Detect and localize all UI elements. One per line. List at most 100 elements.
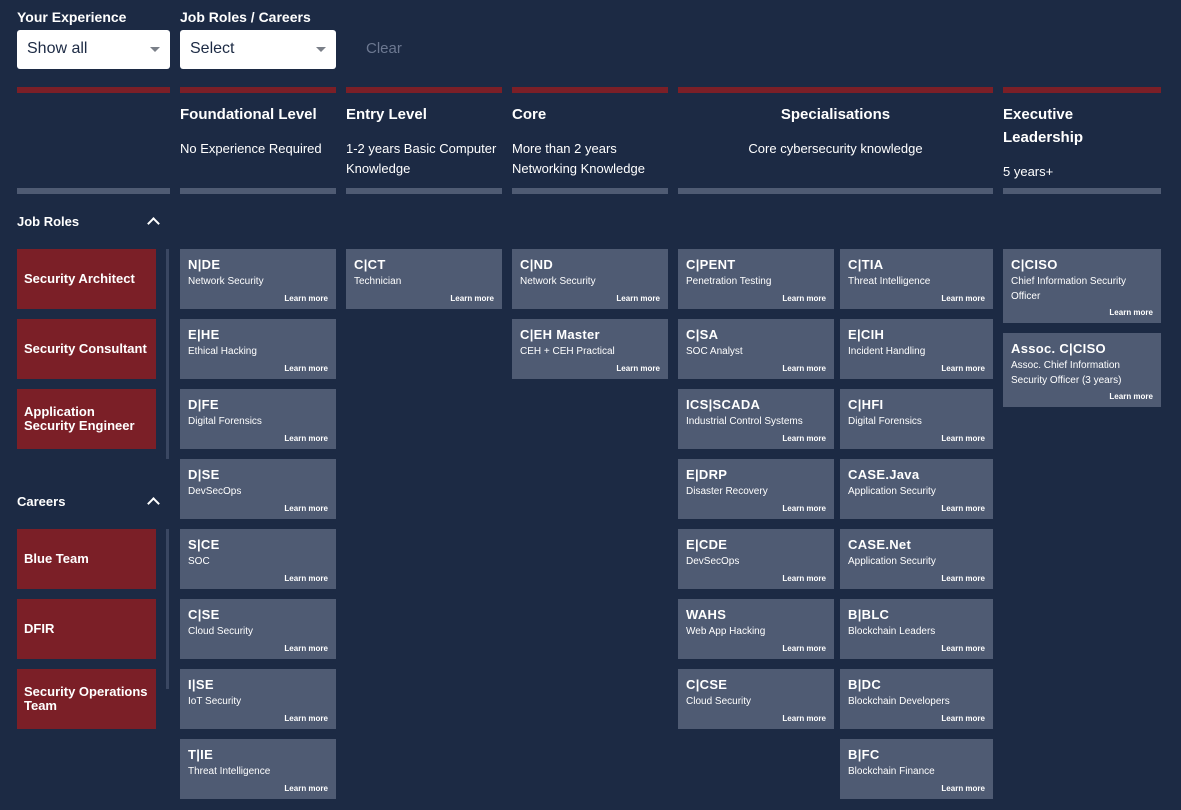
learn-more-link[interactable]: Learn more <box>941 714 985 723</box>
column-header-specialisations: Specialisations Core cybersecurity knowl… <box>678 103 993 159</box>
course-card-ecde[interactable]: E|CDE DevSecOps Learn more <box>678 529 834 589</box>
sidebar-item-label: Application Security Engineer <box>24 404 135 433</box>
course-description: Application Security <box>848 556 936 567</box>
sidebar-item-application-security-engineer[interactable]: Application Security Engineer <box>17 389 156 449</box>
course-card-bdc[interactable]: B|DC Blockchain Developers Learn more <box>840 669 993 729</box>
divider <box>346 87 502 93</box>
learn-more-link[interactable]: Learn more <box>284 644 328 653</box>
clear-button[interactable]: Clear <box>366 40 402 57</box>
course-card-ctia[interactable]: C|TIA Threat Intelligence Learn more <box>840 249 993 309</box>
learn-more-link[interactable]: Learn more <box>782 714 826 723</box>
course-card-wahs[interactable]: WAHS Web App Hacking Learn more <box>678 599 834 659</box>
course-code: C|TIA <box>848 257 884 272</box>
sidebar-item-security-architect[interactable]: Security Architect <box>17 249 156 309</box>
course-card-dse[interactable]: D|SE DevSecOps Learn more <box>180 459 336 519</box>
learn-more-link[interactable]: Learn more <box>284 364 328 373</box>
course-card-edrp[interactable]: E|DRP Disaster Recovery Learn more <box>678 459 834 519</box>
learn-more-link[interactable]: Learn more <box>941 504 985 513</box>
learn-more-link[interactable]: Learn more <box>941 574 985 583</box>
course-card-cciso[interactable]: C|CISO Chief Information Security Office… <box>1003 249 1161 323</box>
divider <box>180 188 336 194</box>
course-code: S|CE <box>188 537 220 552</box>
course-card-cpent[interactable]: C|PENT Penetration Testing Learn more <box>678 249 834 309</box>
learn-more-link[interactable]: Learn more <box>1109 392 1153 401</box>
learn-more-link[interactable]: Learn more <box>782 434 826 443</box>
course-card-cct[interactable]: C|CT Technician Learn more <box>346 249 502 309</box>
learn-more-link[interactable]: Learn more <box>284 784 328 793</box>
careers-scrollbar[interactable] <box>166 529 169 689</box>
course-description: Blockchain Finance <box>848 766 935 777</box>
learn-more-link[interactable]: Learn more <box>450 294 494 303</box>
learn-more-link[interactable]: Learn more <box>941 364 985 373</box>
course-card-bblc[interactable]: B|BLC Blockchain Leaders Learn more <box>840 599 993 659</box>
sidebar-item-blue-team[interactable]: Blue Team <box>17 529 156 589</box>
course-card-ceh-master[interactable]: C|EH Master CEH + CEH Practical Learn mo… <box>512 319 668 379</box>
learn-more-link[interactable]: Learn more <box>284 294 328 303</box>
divider <box>1003 87 1161 93</box>
course-card-ics-scada[interactable]: ICS|SCADA Industrial Control Systems Lea… <box>678 389 834 449</box>
sidebar-item-security-consultant[interactable]: Security Consultant <box>17 319 156 379</box>
job-roles-scrollbar[interactable] <box>166 249 169 459</box>
course-description: SOC Analyst <box>686 346 743 357</box>
learn-more-link[interactable]: Learn more <box>941 434 985 443</box>
column-header-executive: Executive Leadership 5 years+ <box>1003 103 1133 182</box>
course-code: C|SA <box>686 327 719 342</box>
course-code: C|CSE <box>686 677 728 692</box>
chevron-up-icon[interactable] <box>147 217 160 230</box>
sidebar-item-security-operations-team[interactable]: Security Operations Team <box>17 669 156 729</box>
roles-select[interactable]: Select <box>180 30 336 69</box>
course-card-ccse[interactable]: C|CSE Cloud Security Learn more <box>678 669 834 729</box>
course-card-ehe[interactable]: E|HE Ethical Hacking Learn more <box>180 319 336 379</box>
sidebar-item-dfir[interactable]: DFIR <box>17 599 156 659</box>
course-description: SOC <box>188 556 210 567</box>
sidebar-item-label: Security Operations Team <box>24 684 148 713</box>
course-code: C|ND <box>520 257 554 272</box>
course-card-ndE[interactable]: N|DE Network Security Learn more <box>180 249 336 309</box>
column-title: Entry Level <box>346 106 427 123</box>
course-card-assoc-cciso[interactable]: Assoc. C|CISO Assoc. Chief Information S… <box>1003 333 1161 407</box>
course-card-sce[interactable]: S|CE SOC Learn more <box>180 529 336 589</box>
learn-more-link[interactable]: Learn more <box>284 714 328 723</box>
divider <box>346 188 502 194</box>
course-card-chfi[interactable]: C|HFI Digital Forensics Learn more <box>840 389 993 449</box>
learn-more-link[interactable]: Learn more <box>941 644 985 653</box>
learn-more-link[interactable]: Learn more <box>616 294 660 303</box>
course-card-ecih[interactable]: E|CIH Incident Handling Learn more <box>840 319 993 379</box>
course-code: B|FC <box>848 747 880 762</box>
learn-more-link[interactable]: Learn more <box>284 434 328 443</box>
learn-more-link[interactable]: Learn more <box>782 574 826 583</box>
course-card-ise[interactable]: I|SE IoT Security Learn more <box>180 669 336 729</box>
learn-more-link[interactable]: Learn more <box>616 364 660 373</box>
course-card-cnd[interactable]: C|ND Network Security Learn more <box>512 249 668 309</box>
divider <box>678 188 993 194</box>
course-code: E|CDE <box>686 537 728 552</box>
course-description: Penetration Testing <box>686 276 772 287</box>
chevron-up-icon[interactable] <box>147 497 160 510</box>
course-card-case-java[interactable]: CASE.Java Application Security Learn mor… <box>840 459 993 519</box>
course-code: E|HE <box>188 327 220 342</box>
experience-select[interactable]: Show all <box>17 30 170 69</box>
course-description: Web App Hacking <box>686 626 766 637</box>
learn-more-link[interactable]: Learn more <box>782 504 826 513</box>
course-card-csa[interactable]: C|SA SOC Analyst Learn more <box>678 319 834 379</box>
learn-more-link[interactable]: Learn more <box>1109 308 1153 317</box>
divider <box>17 87 170 93</box>
course-description: Blockchain Leaders <box>848 626 936 637</box>
course-description: Threat Intelligence <box>188 766 271 777</box>
course-card-case-net[interactable]: CASE.Net Application Security Learn more <box>840 529 993 589</box>
learn-more-link[interactable]: Learn more <box>782 364 826 373</box>
learn-more-link[interactable]: Learn more <box>284 574 328 583</box>
course-card-dfe[interactable]: D|FE Digital Forensics Learn more <box>180 389 336 449</box>
learn-more-link[interactable]: Learn more <box>941 294 985 303</box>
course-card-cse[interactable]: C|SE Cloud Security Learn more <box>180 599 336 659</box>
course-card-bfc[interactable]: B|FC Blockchain Finance Learn more <box>840 739 993 799</box>
divider <box>678 87 993 93</box>
course-card-tie[interactable]: T|IE Threat Intelligence Learn more <box>180 739 336 799</box>
learn-more-link[interactable]: Learn more <box>782 644 826 653</box>
divider <box>17 188 170 194</box>
learn-more-link[interactable]: Learn more <box>782 294 826 303</box>
course-description: Network Security <box>520 276 596 287</box>
learn-more-link[interactable]: Learn more <box>284 504 328 513</box>
sidebar-item-label: Blue Team <box>24 551 89 566</box>
learn-more-link[interactable]: Learn more <box>941 784 985 793</box>
